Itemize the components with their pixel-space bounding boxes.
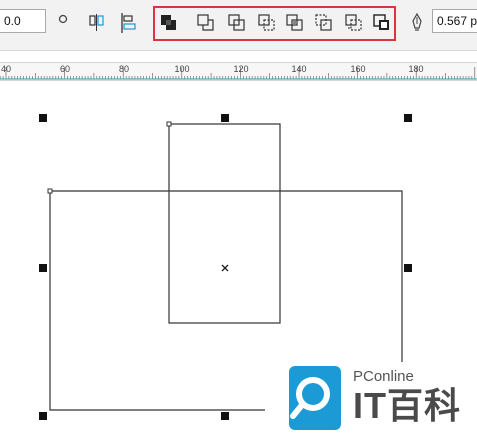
- selection-handle-top-left[interactable]: [39, 114, 47, 122]
- back-minus-front-icon[interactable]: [315, 14, 333, 32]
- ruler-label-100: 100: [174, 64, 190, 74]
- watermark: PConline IT百科: [287, 366, 477, 432]
- position-input[interactable]: 0.0: [0, 9, 46, 33]
- front-minus-back-icon[interactable]: [286, 14, 304, 32]
- selection-handle-top-right[interactable]: [404, 114, 412, 122]
- magnifier-logo-icon: [289, 366, 341, 430]
- selection-handle-top-center[interactable]: [221, 114, 229, 122]
- circle-icon[interactable]: [58, 14, 68, 24]
- watermark-brand: PConline: [353, 368, 414, 385]
- selection-handle-bottom-left[interactable]: [39, 412, 47, 420]
- tall-rectangle[interactable]: [168, 123, 281, 324]
- selection-handle-middle-left[interactable]: [39, 264, 47, 272]
- simplify-icon[interactable]: [258, 14, 276, 32]
- selection-handle-middle-right[interactable]: [404, 264, 412, 272]
- ruler-label-40: 40: [0, 64, 12, 74]
- node-point[interactable]: [166, 121, 172, 127]
- node-point[interactable]: [47, 188, 53, 194]
- selection-handle-bottom-center[interactable]: [221, 412, 229, 420]
- property-bar: 0.0 0.567 pt: [0, 0, 477, 51]
- weld-icon[interactable]: [160, 14, 178, 32]
- trim-icon[interactable]: [197, 14, 215, 32]
- ruler-label-140: 140: [291, 64, 307, 74]
- horizontal-ruler[interactable]: 40 60 80 100 120 140 160 180: [0, 62, 477, 81]
- combine-icon[interactable]: [373, 14, 391, 32]
- intersect-icon[interactable]: [228, 14, 246, 32]
- center-marker: [221, 264, 229, 272]
- boundary-icon[interactable]: [345, 14, 363, 32]
- ruler-label-160: 160: [350, 64, 366, 74]
- ruler-label-180: 180: [408, 64, 424, 74]
- pen-icon: [412, 13, 422, 31]
- ruler-label-120: 120: [233, 64, 249, 74]
- align-icon[interactable]: [119, 12, 137, 34]
- mirror-icon[interactable]: [88, 13, 106, 33]
- outline-width-input[interactable]: 0.567 pt: [432, 9, 477, 33]
- ruler-label-80: 80: [118, 64, 130, 74]
- ruler-label-60: 60: [59, 64, 71, 74]
- watermark-title: IT百科: [353, 385, 461, 426]
